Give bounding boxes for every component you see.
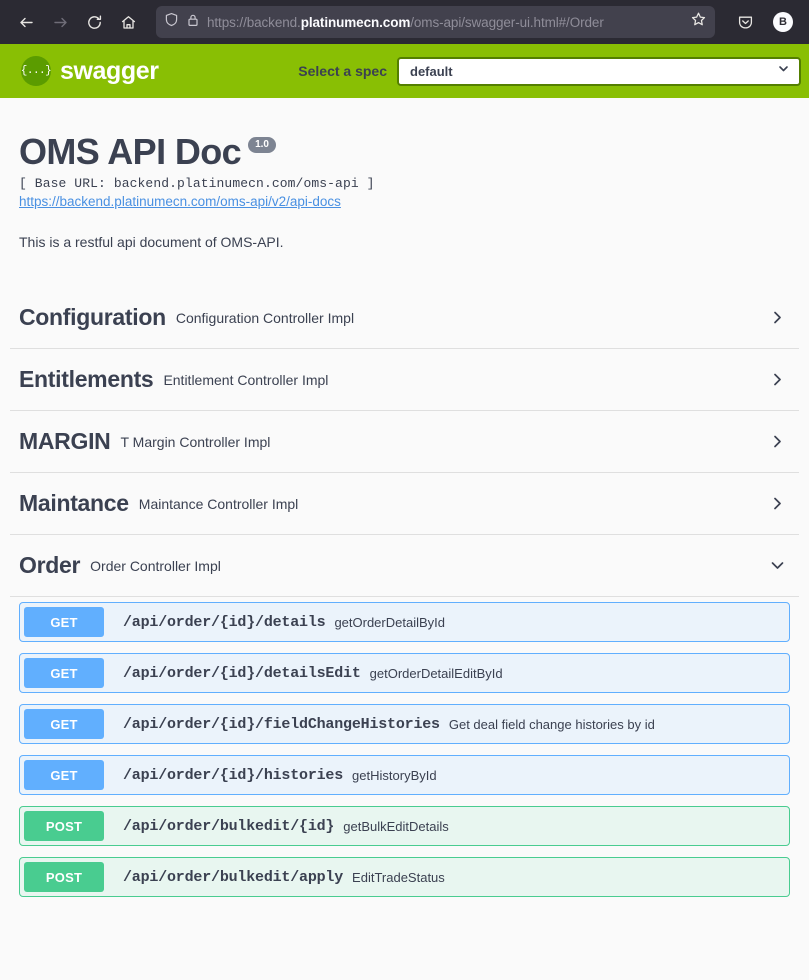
reload-icon [86,14,103,31]
tag-header-configuration[interactable]: Configuration Configuration Controller I… [10,287,799,349]
operation-summary: getOrderDetailById [334,614,445,630]
tag-header-entitlements[interactable]: Entitlements Entitlement Controller Impl [10,349,799,411]
forward-arrow-icon [52,14,69,31]
browser-actions: B [723,6,799,38]
spec-select-value: default [410,63,453,79]
http-method-badge: POST [24,862,104,892]
home-icon [120,14,137,31]
operation-summary: getHistoryById [352,767,437,783]
pocket-button[interactable] [729,6,761,38]
swagger-ui-page: OMS API Doc 1.0 [ Base URL: backend.plat… [0,98,809,980]
tag-header-margin[interactable]: MARGIN T Margin Controller Impl [10,411,799,473]
profile-button[interactable]: B [767,6,799,38]
chevron-down-icon[interactable] [767,555,787,575]
swagger-topbar: {...} swagger Select a spec default [0,44,809,98]
operation-row[interactable]: POST /api/order/bulkedit/{id} getBulkEdi… [19,806,790,846]
operation-row[interactable]: GET /api/order/{id}/fieldChangeHistories… [19,704,790,744]
spec-select[interactable]: default [397,56,801,86]
swagger-logo[interactable]: {...} swagger [21,56,159,86]
tag-section-configuration: Configuration Configuration Controller I… [10,287,799,349]
operation-row[interactable]: POST /api/order/bulkedit/apply EditTrade… [19,857,790,897]
url-text[interactable]: https://backend.platinumecn.com/oms-api/… [207,15,683,30]
swagger-wordmark: swagger [60,56,159,85]
operation-summary: getBulkEditDetails [343,818,449,834]
http-method-badge: GET [24,760,104,790]
back-button[interactable] [10,6,42,38]
tag-description: Maintance Controller Impl [138,496,299,512]
operation-path: /api/order/{id}/histories [123,766,344,784]
operation-summary: Get deal field change histories by id [448,716,655,732]
address-bar[interactable]: https://backend.platinumecn.com/oms-api/… [156,6,715,38]
tag-header-maintance[interactable]: Maintance Maintance Controller Impl [10,473,799,535]
tag-name: MARGIN [19,427,111,454]
tag-name: Maintance [19,489,129,516]
api-docs-link[interactable]: https://backend.platinumecn.com/oms-api/… [19,194,341,209]
swagger-brace-icon: {...} [21,56,52,86]
tag-description: Order Controller Impl [90,558,221,574]
url-host: platinumecn.com [300,14,411,30]
http-method-badge: GET [24,658,104,688]
http-method-badge: POST [24,811,104,841]
operation-path: /api/order/{id}/detailsEdit [123,664,361,682]
back-arrow-icon [18,14,35,31]
page-title: OMS API Doc [19,131,242,172]
base-url: [ Base URL: backend.platinumecn.com/oms-… [19,176,375,191]
tag-name: Configuration [19,303,166,330]
tag-list: Configuration Configuration Controller I… [0,287,809,897]
operation-path: /api/order/bulkedit/{id} [123,817,335,835]
tag-description: Entitlement Controller Impl [163,372,329,388]
chevron-right-icon[interactable] [767,369,787,389]
tag-section-entitlements: Entitlements Entitlement Controller Impl [10,349,799,411]
select-spec-label: Select a spec [298,63,387,79]
tag-header-order[interactable]: Order Order Controller Impl [10,535,799,597]
operation-row[interactable]: GET /api/order/{id}/detailsEdit getOrder… [19,653,790,693]
url-path: /oms-api/swagger-ui.html#/Order [410,14,604,30]
spec-selector-group: Select a spec default [159,56,809,86]
forward-button[interactable] [44,6,76,38]
chevron-down-icon [777,62,790,80]
operation-path: /api/order/bulkedit/apply [123,868,344,886]
http-method-badge: GET [24,607,104,637]
version-badge: 1.0 [248,137,276,153]
browser-toolbar: https://backend.platinumecn.com/oms-api/… [0,0,809,44]
operation-row[interactable]: GET /api/order/{id}/details getOrderDeta… [19,602,790,642]
chevron-right-icon[interactable] [767,493,787,513]
tag-description: Configuration Controller Impl [175,310,355,326]
operation-summary: getOrderDetailEditById [369,665,503,681]
star-icon[interactable] [690,11,707,33]
pocket-icon [737,14,754,31]
tag-name: Entitlements [19,365,154,392]
tag-section-maintance: Maintance Maintance Controller Impl [10,473,799,535]
chevron-right-icon[interactable] [767,307,787,327]
lock-icon[interactable] [186,13,200,32]
operation-path: /api/order/{id}/fieldChangeHistories [123,715,440,733]
tag-name: Order [19,551,81,578]
http-method-badge: GET [24,709,104,739]
reload-button[interactable] [78,6,110,38]
operation-row[interactable]: GET /api/order/{id}/histories getHistory… [19,755,790,795]
avatar: B [773,12,793,32]
tag-section-order: Order Order Controller Impl GET /api/ord… [10,535,799,897]
url-scheme: https://backend. [207,14,301,30]
api-description: This is a restful api document of OMS-AP… [19,234,284,250]
shield-icon[interactable] [164,12,179,32]
operation-list-order: GET /api/order/{id}/details getOrderDeta… [10,597,799,897]
api-title-row: OMS API Doc 1.0 [19,134,789,170]
chevron-right-icon[interactable] [767,431,787,451]
api-info-block: OMS API Doc 1.0 [ Base URL: backend.plat… [0,98,809,251]
tag-section-margin: MARGIN T Margin Controller Impl [10,411,799,473]
operation-path: /api/order/{id}/details [123,613,326,631]
operation-summary: EditTradeStatus [352,869,445,885]
home-button[interactable] [112,6,144,38]
tag-description: T Margin Controller Impl [120,434,271,450]
